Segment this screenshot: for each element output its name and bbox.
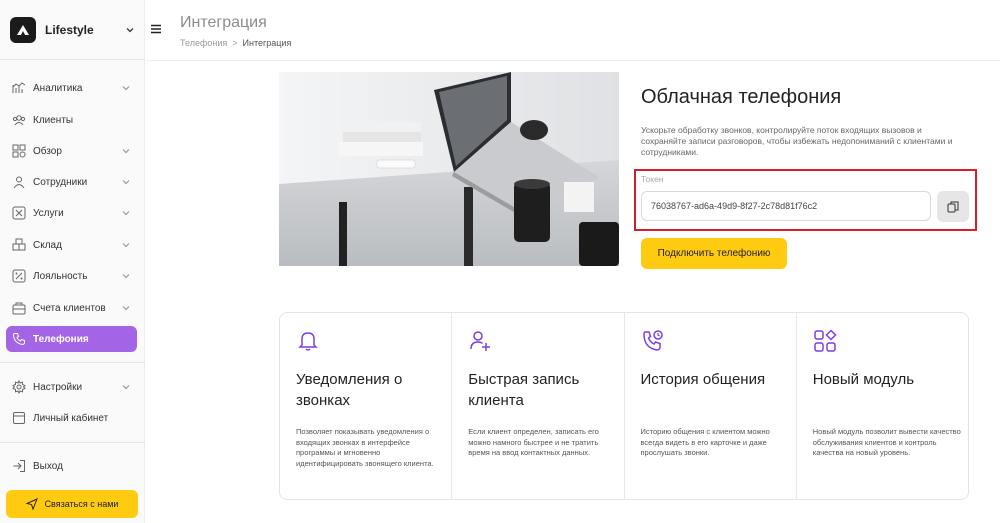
chevron-down-icon (122, 180, 130, 185)
sidebar-item-client-accounts[interactable]: Счета клиентов (6, 295, 137, 321)
breadcrumb-link[interactable]: Телефония (180, 38, 227, 48)
sidebar-item-overview[interactable]: Обзор (6, 138, 137, 164)
feature-title: Быстрая запись клиента (468, 371, 580, 409)
sidebar-item-label: Склад (33, 239, 62, 251)
feature-description: Если клиент определен, записать его можн… (468, 427, 599, 457)
feature-card: Быстрая запись клиента Если клиент опред… (452, 313, 625, 499)
logout-label: Выход (33, 460, 63, 472)
warehouse-icon (12, 238, 26, 252)
employees-icon (12, 175, 26, 189)
contact-us-button[interactable]: Связаться с нами (6, 490, 138, 518)
header-divider (146, 60, 1000, 61)
logout-icon (12, 459, 26, 473)
feature-description: Историю общения с клиентом можно всегда … (640, 427, 770, 457)
hero-title: Облачная телефония (641, 86, 842, 108)
feature-card: История общения Историю общения с клиент… (625, 313, 797, 499)
modules-icon (814, 329, 837, 352)
sidebar-item-label: Настройки (33, 381, 83, 393)
cabinet-icon (12, 411, 26, 425)
menu-icon[interactable] (151, 24, 161, 34)
sidebar-item-label: Счета клиентов (33, 302, 106, 314)
sidebar: Lifestyle Аналитика Клиенты Обзор Сотруд… (0, 0, 145, 523)
feature-title: Новый модуль (812, 371, 915, 388)
sidebar-item-label: Аналитика (33, 82, 83, 94)
sidebar-item-employees[interactable]: Сотрудники (6, 169, 137, 195)
sidebar-item-label: Клиенты (33, 114, 74, 126)
sidebar-item-personal-cabinet[interactable]: Личный кабинет (6, 405, 137, 431)
brand-switcher[interactable]: Lifestyle (10, 16, 135, 44)
features-panel: Уведомления о звонках Позволяет показыва… (279, 312, 969, 500)
breadcrumb-separator: > (232, 38, 238, 48)
contact-us-label: Связаться с нами (44, 499, 119, 509)
services-icon (12, 206, 26, 220)
sidebar-item-loyalty[interactable]: Лояльность (6, 263, 137, 289)
send-icon (25, 498, 38, 510)
feature-title: История общения (640, 371, 766, 388)
clients-icon (12, 113, 26, 127)
chevron-down-icon (122, 306, 130, 311)
divider (0, 59, 145, 60)
divider (0, 442, 145, 443)
divider (0, 362, 145, 363)
sidebar-item-clients[interactable]: Клиенты (6, 107, 137, 133)
sidebar-item-services[interactable]: Услуги (6, 200, 137, 226)
feature-card: Новый модуль Новый модуль позволит вывес… (797, 313, 968, 499)
logout-button[interactable]: Выход (6, 453, 137, 479)
chevron-down-icon (126, 28, 134, 33)
copy-token-button[interactable] (937, 191, 969, 222)
sidebar-item-label: Личный кабинет (33, 412, 109, 424)
overview-icon (12, 144, 26, 158)
sidebar-item-label: Сотрудники (33, 176, 88, 188)
accounts-icon (12, 301, 26, 315)
chevron-down-icon (122, 211, 130, 216)
add-user-icon (470, 331, 491, 351)
token-label: Токен (641, 174, 664, 184)
sidebar-item-telephony[interactable]: Телефония (6, 326, 137, 352)
breadcrumb-current: Интеграция (242, 38, 292, 48)
copy-icon (947, 201, 959, 212)
feature-title: Уведомления о звонках (296, 371, 403, 409)
chevron-down-icon (122, 385, 130, 390)
settings-icon (12, 380, 26, 394)
token-field[interactable]: 76038767-ad6a-49d9-8f27-2c78d81f76c2 (641, 191, 931, 221)
brand-logo (10, 17, 36, 43)
connect-telephony-button[interactable]: Подключить телефонию (641, 238, 787, 269)
chevron-down-icon (122, 274, 130, 279)
sidebar-item-analytics[interactable]: Аналитика (6, 75, 137, 101)
chevron-down-icon (122, 86, 130, 91)
chevron-down-icon (122, 243, 130, 248)
sidebar-item-settings[interactable]: Настройки (6, 374, 137, 400)
sidebar-item-warehouse[interactable]: Склад (6, 232, 137, 258)
sidebar-item-label: Обзор (33, 145, 62, 157)
page-title: Интеграция (180, 14, 267, 31)
sidebar-item-label: Услуги (33, 207, 64, 219)
feature-description: Позволяет показывать уведомления о входя… (296, 427, 434, 468)
hero-description: Ускорьте обработку звонков, контролируйт… (641, 125, 953, 157)
feature-description: Новый модуль позволит вывести качество о… (812, 427, 961, 457)
bell-icon (298, 332, 318, 351)
brand-name: Lifestyle (45, 23, 94, 37)
breadcrumb: Телефония > Интеграция (180, 38, 291, 48)
hero-image (279, 72, 619, 266)
phone-icon (12, 332, 26, 346)
phone-history-icon (642, 330, 663, 351)
analytics-icon (12, 81, 26, 95)
feature-card: Уведомления о звонках Позволяет показыва… (280, 313, 453, 499)
chevron-down-icon (122, 149, 130, 154)
loyalty-icon (12, 269, 26, 283)
sidebar-item-label: Телефония (33, 333, 89, 345)
sidebar-item-label: Лояльность (33, 270, 88, 282)
